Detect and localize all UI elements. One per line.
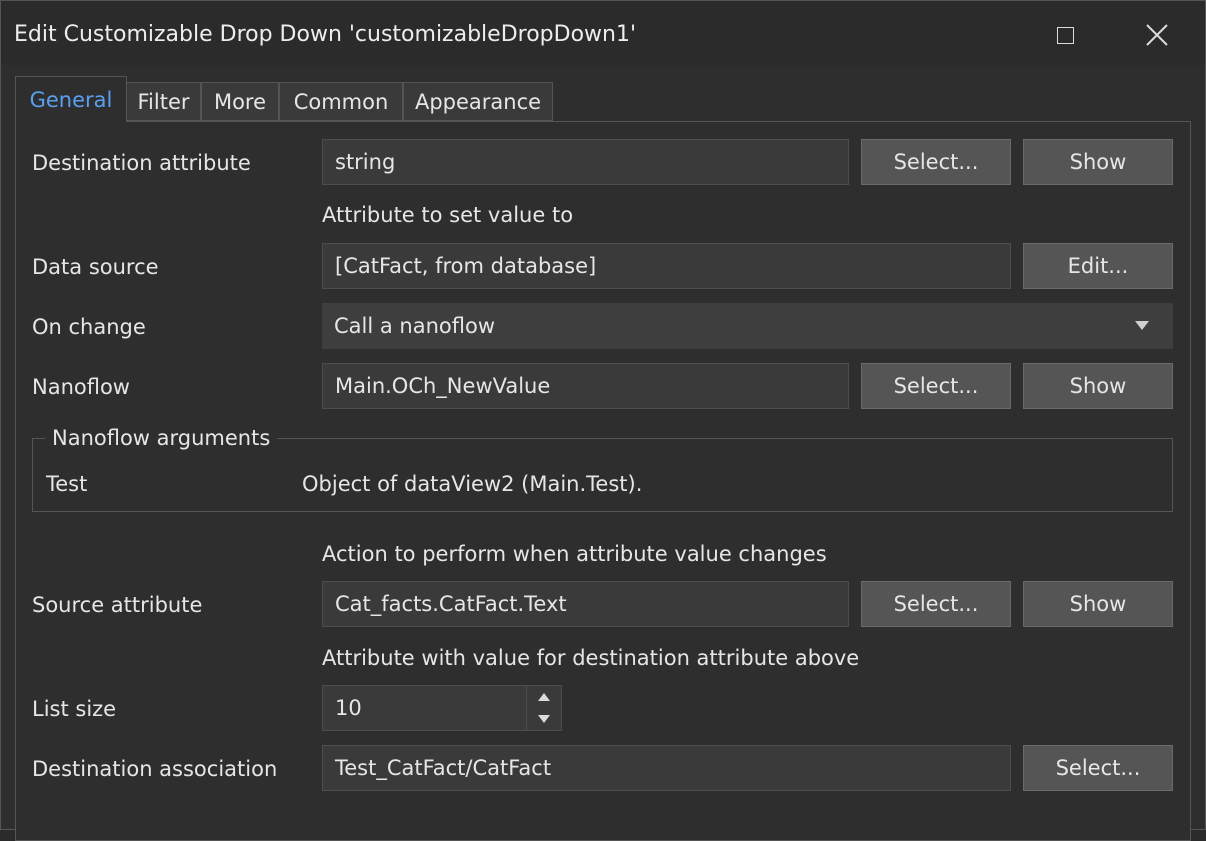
on-change-value: Call a nanoflow: [334, 314, 496, 338]
dialog-title: Edit Customizable Drop Down 'customizabl…: [14, 22, 637, 47]
nanoflow-arguments-group: Nanoflow arguments Test Object of dataVi…: [32, 426, 1173, 512]
destination-attribute-field[interactable]: string: [322, 139, 849, 185]
chevron-up-icon: [538, 693, 550, 701]
on-change-hint: Action to perform when attribute value c…: [322, 542, 827, 566]
source-attribute-select-button[interactable]: Select...: [861, 581, 1011, 627]
destination-association-label: Destination association: [32, 757, 278, 781]
tab-appearance[interactable]: Appearance: [403, 82, 553, 121]
source-attribute-show-button[interactable]: Show: [1023, 581, 1173, 627]
destination-attribute-label: Destination attribute: [32, 151, 251, 175]
chevron-down-icon: [538, 715, 550, 723]
argument-name: Test: [46, 472, 88, 496]
destination-attribute-show-button[interactable]: Show: [1023, 139, 1173, 185]
data-source-label: Data source: [32, 255, 159, 279]
stepper-up-button[interactable]: [527, 686, 561, 708]
nanoflow-field[interactable]: Main.OCh_NewValue: [322, 363, 849, 409]
on-change-dropdown[interactable]: Call a nanoflow: [322, 303, 1173, 349]
data-source-edit-button[interactable]: Edit...: [1023, 243, 1173, 289]
tab-filter[interactable]: Filter: [126, 82, 201, 121]
maximize-button[interactable]: [1045, 17, 1085, 53]
close-icon: [1146, 24, 1168, 46]
close-button[interactable]: [1137, 17, 1177, 53]
nanoflow-arguments-legend: Nanoflow arguments: [45, 426, 278, 450]
maximize-icon: [1056, 26, 1074, 44]
tab-common[interactable]: Common: [279, 82, 403, 121]
destination-attribute-select-button[interactable]: Select...: [861, 139, 1011, 185]
on-change-label: On change: [32, 315, 146, 339]
argument-value[interactable]: Object of dataView2 (Main.Test).: [302, 472, 642, 496]
destination-association-select-button[interactable]: Select...: [1023, 745, 1173, 791]
destination-attribute-hint: Attribute to set value to: [322, 203, 574, 227]
data-source-field[interactable]: [CatFact, from database]: [322, 243, 1011, 289]
list-size-label: List size: [32, 697, 117, 721]
tab-more[interactable]: More: [201, 82, 279, 121]
source-attribute-label: Source attribute: [32, 593, 203, 617]
stepper-down-button[interactable]: [527, 708, 561, 730]
stepper-buttons: [526, 686, 561, 730]
list-size-value[interactable]: 10: [335, 696, 362, 720]
source-attribute-field[interactable]: Cat_facts.CatFact.Text: [322, 581, 849, 627]
nanoflow-label: Nanoflow: [32, 375, 130, 399]
chevron-down-icon: [1135, 321, 1149, 330]
source-attribute-hint: Attribute with value for destination att…: [322, 646, 860, 670]
nanoflow-show-button[interactable]: Show: [1023, 363, 1173, 409]
nanoflow-select-button[interactable]: Select...: [861, 363, 1011, 409]
list-size-stepper[interactable]: 10: [322, 685, 562, 731]
destination-association-field[interactable]: Test_CatFact/CatFact: [322, 745, 1011, 791]
tab-general[interactable]: General: [15, 76, 127, 122]
dialog-window: Edit Customizable Drop Down 'customizabl…: [0, 0, 1206, 841]
title-bar: Edit Customizable Drop Down 'customizabl…: [1, 1, 1205, 65]
